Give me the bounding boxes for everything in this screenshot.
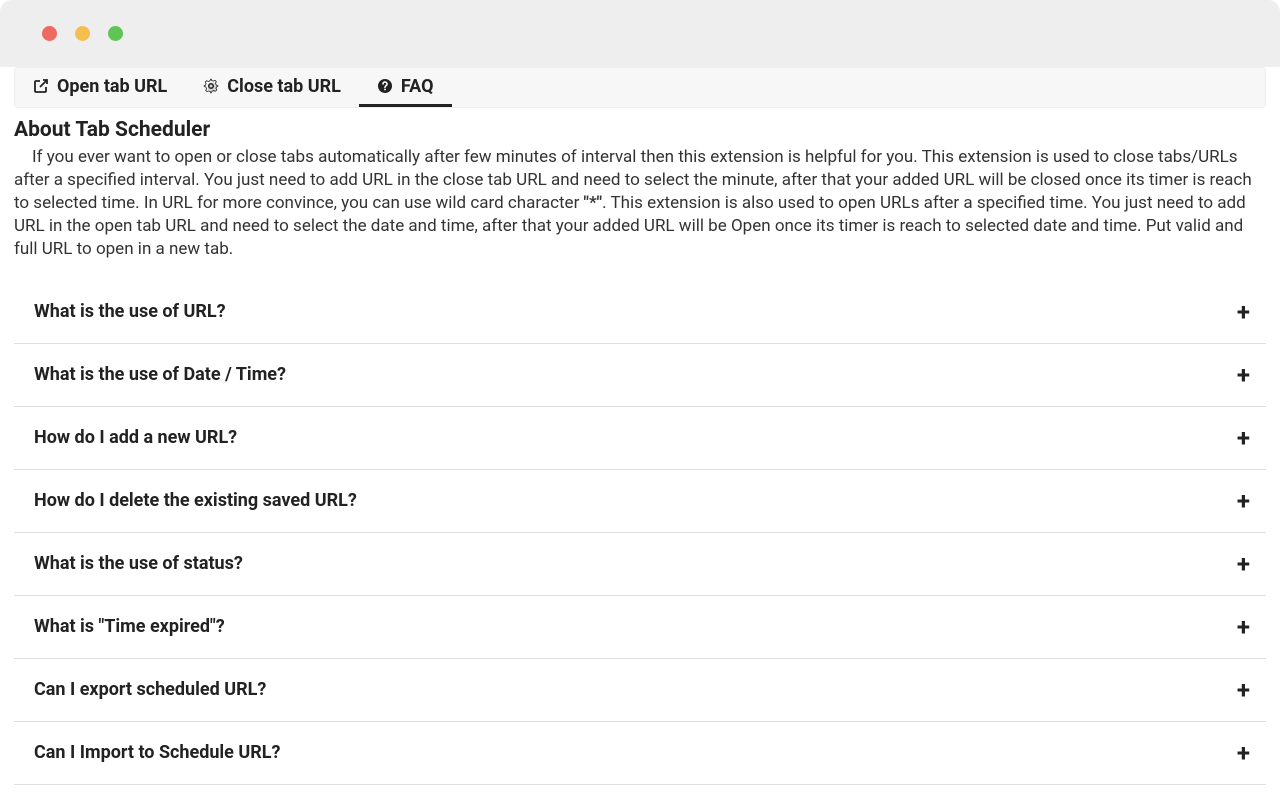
window-titlebar (0, 0, 1280, 67)
plus-icon: + (1237, 363, 1262, 387)
faq-item[interactable]: What is "Time expired"? + (14, 596, 1266, 659)
faq-question: How do I delete the existing saved URL? (34, 490, 357, 511)
plus-icon: + (1237, 300, 1262, 324)
plus-icon: + (1237, 489, 1262, 513)
faq-item[interactable]: How do I add a new URL? + (14, 407, 1266, 470)
main-content: About Tab Scheduler If you ever want to … (0, 108, 1280, 785)
faq-item[interactable]: Can I export scheduled URL? + (14, 659, 1266, 722)
faq-item[interactable]: What is the use of URL? + (14, 281, 1266, 344)
question-circle-icon (377, 78, 393, 94)
faq-question: How do I add a new URL? (34, 427, 237, 448)
plus-icon: + (1237, 552, 1262, 576)
gear-icon (203, 78, 219, 94)
tab-open-tab-url[interactable]: Open tab URL (15, 68, 185, 107)
external-link-icon (33, 78, 49, 94)
window-minimize-button[interactable] (75, 26, 90, 41)
about-heading: About Tab Scheduler (14, 118, 1266, 142)
faq-question: What is "Time expired"? (34, 616, 225, 637)
faq-question: Can I Import to Schedule URL? (34, 742, 280, 763)
tab-faq[interactable]: FAQ (359, 68, 452, 107)
tab-label: Open tab URL (57, 76, 167, 97)
plus-icon: + (1237, 741, 1262, 765)
tabs-bar: Open tab URL Close tab URL FAQ (14, 67, 1266, 108)
window-close-button[interactable] (42, 26, 57, 41)
faq-accordion: What is the use of URL? + What is the us… (14, 281, 1266, 785)
faq-item[interactable]: What is the use of status? + (14, 533, 1266, 596)
plus-icon: + (1237, 678, 1262, 702)
faq-item[interactable]: Can I Import to Schedule URL? + (14, 722, 1266, 785)
faq-item[interactable]: What is the use of Date / Time? + (14, 344, 1266, 407)
window-maximize-button[interactable] (108, 26, 123, 41)
faq-item[interactable]: How do I delete the existing saved URL? … (14, 470, 1266, 533)
faq-question: What is the use of status? (34, 553, 243, 574)
faq-question: Can I export scheduled URL? (34, 679, 266, 700)
tab-label: FAQ (401, 76, 434, 97)
tab-label: Close tab URL (227, 76, 341, 97)
faq-question: What is the use of Date / Time? (34, 364, 286, 385)
about-description: If you ever want to open or close tabs a… (14, 146, 1266, 261)
plus-icon: + (1237, 426, 1262, 450)
tab-close-tab-url[interactable]: Close tab URL (185, 68, 359, 107)
plus-icon: + (1237, 615, 1262, 639)
faq-question: What is the use of URL? (34, 301, 226, 322)
